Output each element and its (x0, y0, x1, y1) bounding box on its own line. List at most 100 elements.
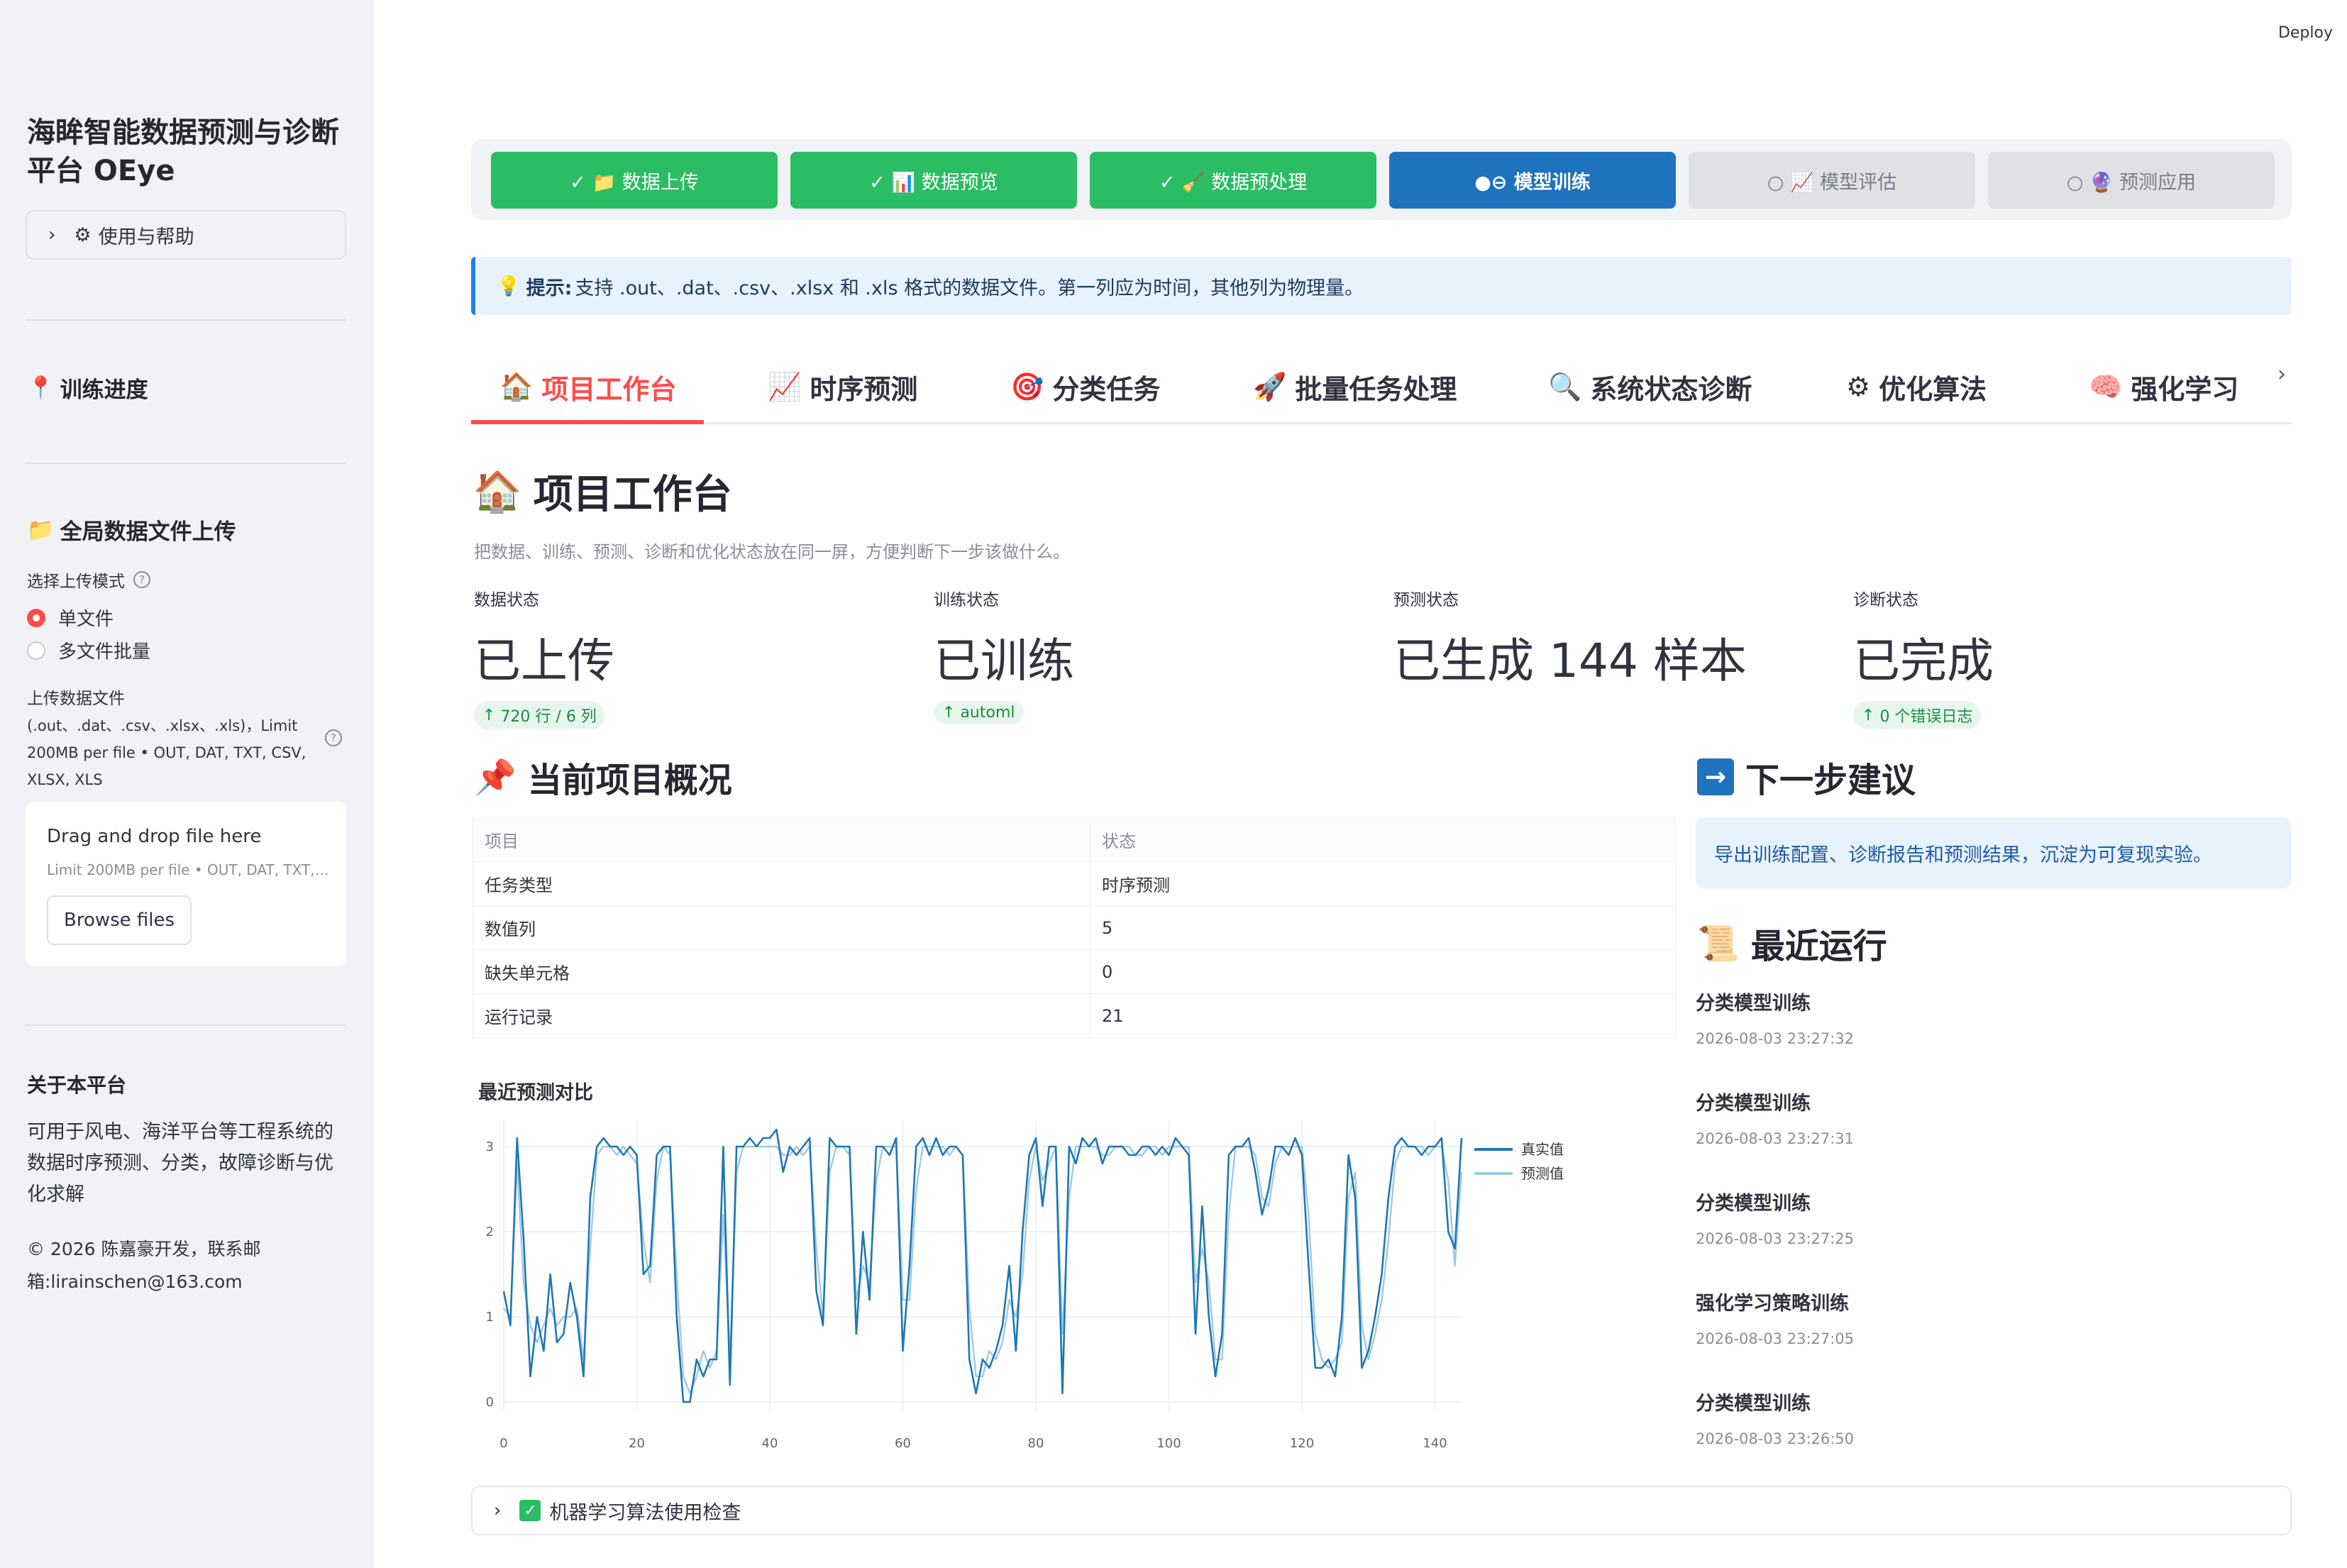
ml-check-label: 机器学习算法使用检查 (549, 1501, 741, 1524)
tab-label: 系统状态诊断 (1590, 373, 1752, 405)
folder-icon: 📁 (27, 517, 55, 543)
arrow-up-icon: ↑ (942, 704, 961, 722)
radio-dot[interactable] (27, 641, 45, 660)
metric-delta: ↑ 0 个错误日志 (1853, 701, 1982, 729)
tab-workbench[interactable]: 🏠 项目工作台 (499, 349, 676, 424)
metric-value: 已完成 (1853, 634, 1994, 688)
run-time: 2026-08-03 23:27:05 (1696, 1330, 1855, 1347)
run-name: 分类模型训练 (1696, 993, 1811, 1015)
help-circle-icon[interactable]: ? (133, 571, 150, 588)
x-tick-label: 80 (1028, 1436, 1044, 1451)
radio-multi-file[interactable]: 多文件批量 (27, 637, 150, 663)
metric-delta-text: automl (960, 704, 1015, 722)
table-row: 任务类型 时序预测 (473, 861, 1676, 906)
run-time: 2026-08-03 23:27:25 (1696, 1230, 1855, 1247)
recent-title-text: 最近运行 (1750, 927, 1887, 966)
legend-label: 预测值 (1521, 1165, 1564, 1182)
metric-delta-text: 720 行 / 6 列 (500, 708, 597, 726)
help-circle-icon[interactable]: ? (325, 729, 342, 746)
active-tab-indicator (471, 420, 704, 424)
metric-delta-text: 0 个错误日志 (1879, 708, 1973, 726)
upload-title-text: 全局数据文件上传 (60, 519, 236, 545)
tab-timeseries[interactable]: 📈 时序预测 (768, 349, 917, 424)
tab-diagnosis[interactable]: 🔍 系统状态诊断 (1548, 349, 1752, 424)
metric-label: 训练状态 (934, 591, 999, 609)
next-suggestion: 导出训练配置、诊断报告和预测结果，沉淀为可复现实验。 (1696, 817, 2292, 888)
deploy-button[interactable]: Deploy (2278, 24, 2333, 42)
workbench-caption: 把数据、训练、预测、诊断和优化状态放在同一屏，方便判断下一步该做什么。 (474, 542, 1070, 562)
about-text: 可用于风电、海洋平台等工程系统的数据时序预测、分类，故障诊断与优化求解 (27, 1121, 333, 1205)
step-data-preview[interactable]: ✓ 📊 数据预览 (790, 152, 1077, 209)
progress-title: 📍 训练进度 (27, 372, 148, 404)
checkbox-icon: ✓ (519, 1500, 541, 1521)
main-tabs: 🏠 项目工作台 📈 时序预测 🎯 分类任务 🚀 批量任务处理 🔍 系统状态诊断 ⚙ 优化算法… (471, 349, 2292, 424)
radio-dot[interactable] (27, 608, 45, 627)
metric-value: 已训练 (934, 634, 1074, 688)
file-dropzone[interactable]: Drag and drop file here Limit 200MB per … (26, 802, 346, 966)
arrow-right-icon: → (1697, 758, 1734, 795)
tab-rl[interactable]: 🧠 强化学习 (2089, 349, 2238, 424)
overview-title: 📌 当前项目概况 (474, 752, 732, 802)
metric-label: 数据状态 (474, 591, 539, 609)
metric-label: 诊断状态 (1853, 591, 1918, 609)
browse-files-button[interactable]: Browse files (47, 895, 192, 945)
metric-training: 训练状态 已训练 ↑ automl (934, 586, 1388, 724)
table-cell: 5 (1090, 905, 1676, 950)
brain-icon: 🧠 (2089, 370, 2123, 402)
tab-classification[interactable]: 🎯 分类任务 (1010, 349, 1160, 424)
chevron-right-icon[interactable]: › (2277, 362, 2286, 387)
rocket-icon: 🚀 (1253, 370, 1287, 402)
table-cell: 任务类型 (473, 861, 1090, 906)
x-tick-label: 140 (1423, 1436, 1447, 1451)
sidebar: 海眸智能数据预测与诊断平台 OEye › ⚙ 使用与帮助 📍 训练进度 📁 全局… (0, 0, 373, 1568)
recent-title: 📜 最近运行 (1697, 918, 1887, 968)
ml-check-expander[interactable]: › ✓ 机器学习算法使用检查 (471, 1486, 2292, 1535)
table-cell: 时序预测 (1090, 861, 1676, 906)
list-item: 分类模型训练 2026-08-03 23:27:31 (1696, 1078, 2292, 1178)
magnifier-icon: 🔍 (1548, 370, 1582, 402)
app-title: 海眸智能数据预测与诊断平台 OEye (27, 116, 339, 187)
run-name: 分类模型训练 (1696, 1393, 1811, 1415)
divider (26, 319, 346, 321)
upload-title: 📁 全局数据文件上传 (27, 514, 236, 546)
pin-icon: 📍 (27, 375, 55, 401)
list-item: 强化学习策略训练 2026-08-03 23:27:05 (1696, 1278, 2292, 1378)
table-cell: 运行记录 (473, 993, 1090, 1038)
radio-label: 单文件 (58, 609, 114, 630)
step-model-training[interactable]: ●⊖ 模型训练 (1389, 152, 1676, 209)
table-row: 缺失单元格 0 (473, 949, 1676, 994)
overview-title-text: 当前项目概况 (527, 761, 732, 800)
step-model-eval[interactable]: ○ 📈 模型评估 (1689, 152, 1975, 209)
help-expander[interactable]: › ⚙ 使用与帮助 (26, 210, 346, 260)
scroll-icon: 📜 (1697, 923, 1740, 964)
y-tick-label: 3 (486, 1139, 494, 1154)
column-header: 项目 (473, 817, 1090, 862)
step-preprocess[interactable]: ✓ 🧹 数据预处理 (1090, 152, 1376, 209)
x-tick-label: 20 (629, 1436, 645, 1451)
chevron-right-icon: › (48, 224, 56, 245)
tab-label: 分类任务 (1052, 373, 1161, 405)
tab-batch[interactable]: 🚀 批量任务处理 (1253, 349, 1457, 424)
dropzone-title: Drag and drop file here (47, 826, 262, 847)
step-data-upload[interactable]: ✓ 📁 数据上传 (491, 152, 778, 209)
tab-optimization[interactable]: ⚙ 优化算法 (1846, 349, 1987, 424)
info-bold: 提示: (526, 277, 573, 299)
upload-help-text: (.out、.dat、.csv、.xlsx、.xls)，Limit 200MB … (27, 717, 307, 788)
radio-single-file[interactable]: 单文件 (27, 604, 114, 631)
metric-value: 已上传 (474, 634, 614, 688)
home-icon: 🏠 (473, 468, 522, 515)
y-tick-label: 1 (486, 1310, 494, 1325)
step-prediction[interactable]: ○ 🔮 预测应用 (1988, 152, 2275, 209)
metric-prediction: 预测状态 已生成 144 样本 (1393, 586, 1848, 691)
overview-table: 项目 状态 任务类型 时序预测 数值列 5 缺失单元格 0 运行记录 21 (473, 817, 1676, 1038)
metric-data: 数据状态 已上传 ↑ 720 行 / 6 列 (474, 586, 928, 729)
x-tick-label: 100 (1156, 1436, 1181, 1451)
table-cell: 数值列 (473, 905, 1090, 950)
table-cell: 0 (1090, 949, 1676, 994)
tab-label: 项目工作台 (541, 373, 677, 405)
divider (26, 1025, 346, 1026)
run-time: 2026-08-03 23:27:31 (1696, 1130, 1855, 1147)
metric-delta: ↑ automl (934, 701, 1024, 724)
chart-icon: 📈 (768, 370, 802, 402)
tab-label: 强化学习 (2131, 373, 2239, 405)
